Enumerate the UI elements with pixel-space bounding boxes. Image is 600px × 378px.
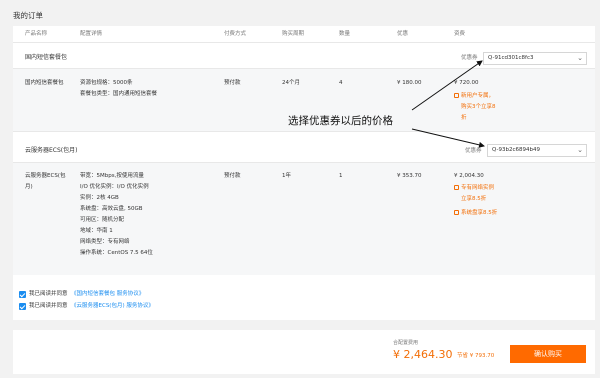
config-line: 套餐包类型：国内通用短信套餐 bbox=[80, 91, 158, 97]
annotation-caption: 选择优惠券以后的价格 bbox=[288, 115, 393, 127]
discount: ¥ 180.00 bbox=[397, 80, 422, 86]
config-line: 系统盘：高效云盘, 50GB bbox=[80, 206, 143, 212]
tag-icon bbox=[454, 93, 459, 98]
col-header: 付费方式 bbox=[224, 31, 247, 37]
coupon-select[interactable]: Q-93b2c6894b49 ⌄ bbox=[487, 144, 587, 157]
tag-icon bbox=[454, 210, 459, 215]
agreement-checkbox[interactable] bbox=[19, 291, 26, 298]
coupon-label: 优惠券 bbox=[465, 148, 482, 154]
discount: ¥ 353.70 bbox=[397, 173, 422, 179]
promo-line: 立享8.5折 bbox=[461, 196, 487, 202]
agreement-link[interactable]: 《国内短信套餐包 服务协议》 bbox=[71, 291, 144, 298]
config-line: 网络类型：专有网络 bbox=[80, 239, 130, 245]
group-title: 云服务器ECS(包月) bbox=[25, 147, 78, 154]
coupon-value: Q-93b2c6894b49 bbox=[492, 147, 540, 153]
agreement-link[interactable]: 《云服务器ECS(包月) 服务协议》 bbox=[71, 303, 154, 310]
promo-line: 折 bbox=[461, 115, 467, 121]
coupon-value: Q-91cd301c8fc3 bbox=[488, 55, 534, 61]
col-header: 产品名称 bbox=[25, 31, 48, 37]
product-name: 云服务器ECS(包 bbox=[25, 173, 66, 179]
config-line: 实例：2核 4GB bbox=[80, 195, 119, 201]
period: 1年 bbox=[282, 173, 291, 179]
col-header: 配置详情 bbox=[80, 31, 103, 37]
footer-bar: 合配置费用 ¥ 2,464.30 节省 ¥ 793.70 确认购买 bbox=[13, 330, 595, 374]
divider bbox=[13, 131, 595, 132]
pay-type: 预付款 bbox=[224, 173, 241, 179]
page-title: 我的订单 bbox=[13, 11, 43, 20]
chevron-down-icon: ⌄ bbox=[577, 146, 583, 154]
chevron-down-icon: ⌄ bbox=[577, 54, 583, 62]
total-price: ¥ 2,464.30 bbox=[393, 348, 453, 361]
config-line: 资源包规格：5000条 bbox=[80, 80, 133, 86]
group-title: 国内短信套餐包 bbox=[25, 54, 68, 61]
promo-line: 新用户专属， bbox=[454, 93, 494, 100]
product-name: 国内短信套餐包 bbox=[25, 80, 64, 86]
period: 24个月 bbox=[282, 80, 300, 86]
price: ¥ 2,004.30 bbox=[454, 173, 484, 179]
config-line: 地域：华南 1 bbox=[80, 228, 113, 234]
col-header: 优惠 bbox=[397, 31, 409, 37]
promo-line: 购买3个立享8 bbox=[461, 104, 496, 110]
quantity: 4 bbox=[339, 80, 343, 86]
divider bbox=[13, 42, 595, 43]
config-line: 操作系统：CentOS 7.5 64位 bbox=[80, 250, 153, 256]
table-header: 产品名称 配置详情 付费方式 购买周期 数量 优惠 资费 bbox=[13, 26, 595, 42]
config-line: I/O 优化实例：I/O 优化实例 bbox=[80, 184, 149, 190]
agreement-checkbox[interactable] bbox=[19, 303, 26, 310]
col-header: 数量 bbox=[339, 31, 351, 37]
coupon-label: 优惠券 bbox=[461, 55, 478, 61]
confirm-purchase-label: 确认购买 bbox=[534, 350, 562, 358]
config-line: 带宽：5Mbps,按使用流量 bbox=[80, 173, 144, 179]
promo-line: 专有网络实例 bbox=[454, 185, 494, 192]
pay-type: 预付款 bbox=[224, 80, 241, 86]
tag-icon bbox=[454, 185, 459, 190]
order-card: 产品名称 配置详情 付费方式 购买周期 数量 优惠 资费 国内短信套餐包 优惠券… bbox=[13, 26, 595, 320]
table-row: 云服务器ECS(包 月) 带宽：5Mbps,按使用流量 I/O 优化实例：I/O… bbox=[13, 163, 595, 275]
coupon-select[interactable]: Q-91cd301c8fc3 ⌄ bbox=[483, 52, 587, 65]
promo-line: 系统盘享8.5折 bbox=[454, 210, 497, 217]
config-line: 可用区：随机分配 bbox=[80, 217, 125, 223]
agreement-text: 我已阅读并同意 bbox=[29, 303, 68, 309]
quantity: 1 bbox=[339, 173, 343, 179]
total-label: 合配置费用 bbox=[393, 340, 419, 346]
product-name: 月) bbox=[25, 184, 33, 190]
col-header: 资费 bbox=[454, 31, 466, 37]
saved-amount: 节省 ¥ 793.70 bbox=[457, 353, 495, 359]
col-header: 购买周期 bbox=[282, 31, 305, 37]
price: ¥ 720.00 bbox=[454, 80, 479, 86]
agreement-text: 我已阅读并同意 bbox=[29, 291, 68, 297]
confirm-purchase-button[interactable]: 确认购买 bbox=[510, 345, 586, 363]
